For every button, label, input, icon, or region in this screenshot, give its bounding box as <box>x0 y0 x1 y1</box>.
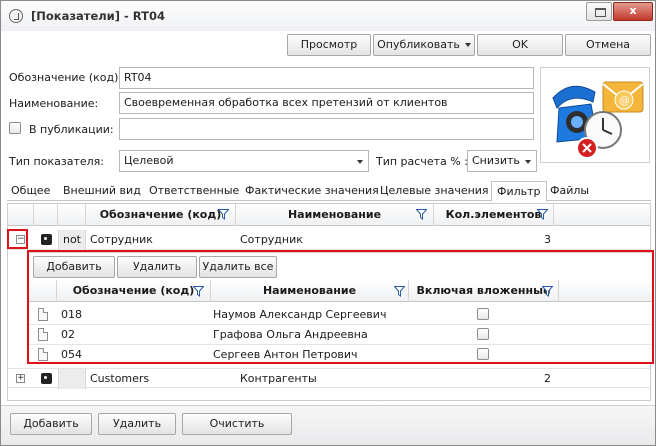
code-label: Обозначение (код): <box>9 71 123 84</box>
tab-target-values[interactable]: Целевые значения <box>380 183 489 201</box>
tab-actual-values[interactable]: Фактические значения <box>245 183 379 201</box>
footer-bar: Добавить Удалить Очистить <box>1 405 655 445</box>
lock-icon <box>41 234 52 245</box>
calc-label: Тип расчета % : <box>376 155 468 168</box>
clear-button[interactable]: Очистить <box>182 413 292 435</box>
publish-button[interactable]: Опубликовать <box>373 34 475 56</box>
delete-button[interactable]: Удалить <box>98 413 176 435</box>
grid-header-count-label: Кол.элементов <box>445 208 542 221</box>
tab-general[interactable]: Общее <box>11 183 50 201</box>
minimize-button[interactable] <box>586 2 612 21</box>
phone-clock-mail-icon: @ <box>552 81 644 159</box>
grid-header-code[interactable]: Обозначение (код) <box>86 204 236 226</box>
grid-header-expander <box>8 204 34 226</box>
title-bar[interactable]: [Показатели] - RT04 x <box>1 1 655 31</box>
publish-checkbox[interactable] <box>9 122 21 134</box>
dialog-window: [Показатели] - RT04 x Просмотр Опубликов… <box>0 0 656 446</box>
cancel-button[interactable]: Отмена <box>565 34 651 56</box>
row-lock-cell <box>34 230 58 250</box>
grid-header-icon <box>34 204 58 226</box>
code-input[interactable]: RT04 <box>119 67 534 89</box>
row-code: Сотрудник <box>90 233 153 246</box>
publish-input[interactable] <box>119 118 534 140</box>
grid-header-count[interactable]: Кол.элементов <box>434 204 554 226</box>
publish-label: В публикации: <box>29 123 114 136</box>
row-lock-cell <box>34 369 58 389</box>
indicator-image: @ <box>540 67 650 163</box>
name-input[interactable]: Своевременная обработка всех претензий о… <box>119 92 534 114</box>
table-row[interactable]: Customers Контрагенты 2 <box>8 368 650 389</box>
tab-responsible[interactable]: Ответственные <box>149 183 239 201</box>
type-select[interactable]: Целевой <box>119 150 369 172</box>
type-label: Тип показателя: <box>9 155 104 168</box>
tab-bar: Общее Внешний вид Ответственные Фактичес… <box>7 181 651 202</box>
filter-icon[interactable] <box>218 209 229 220</box>
highlight-nested-panel <box>27 250 654 364</box>
chevron-down-icon <box>464 43 471 47</box>
lock-icon <box>41 373 52 384</box>
close-button[interactable]: x <box>613 2 653 21</box>
calc-select[interactable]: Снизить <box>467 150 537 172</box>
filter-icon[interactable] <box>416 209 427 220</box>
calc-select-value: Снизить <box>472 154 520 167</box>
row-code: Customers <box>90 372 150 385</box>
name-label: Наименование: <box>9 97 99 110</box>
preview-button[interactable]: Просмотр <box>287 34 371 56</box>
tab-appearance[interactable]: Внешний вид <box>63 183 141 201</box>
expand-icon[interactable]: + <box>16 374 25 383</box>
window-title: [Показатели] - RT04 <box>31 9 165 23</box>
chevron-down-icon <box>357 160 363 164</box>
tab-files[interactable]: Файлы <box>550 183 589 201</box>
row-name: Контрагенты <box>240 372 317 385</box>
not-toggle[interactable]: not <box>58 230 86 250</box>
row-count: 3 <box>544 233 551 246</box>
app-icon <box>9 9 23 23</box>
type-select-value: Целевой <box>124 154 174 167</box>
row-name: Сотрудник <box>240 233 303 246</box>
chevron-down-icon <box>525 160 531 164</box>
add-button[interactable]: Добавить <box>10 413 92 435</box>
highlight-expander <box>7 229 28 249</box>
grid-header-name-label: Наименование <box>287 208 382 221</box>
publish-button-label: Опубликовать <box>377 38 460 51</box>
tab-filter[interactable]: Фильтр <box>491 181 547 202</box>
close-icon: x <box>629 4 637 17</box>
grid-header-code-label: Обозначение (код) <box>99 208 222 221</box>
grid-header-not <box>58 204 86 226</box>
grid-header-spacer <box>554 204 650 226</box>
ok-button[interactable]: OK <box>477 34 563 56</box>
filter-icon[interactable] <box>537 209 548 220</box>
table-row[interactable]: not Сотрудник Сотрудник 3 <box>8 230 650 250</box>
row-count: 2 <box>544 372 551 385</box>
grid-header-name[interactable]: Наименование <box>236 204 434 226</box>
not-toggle[interactable] <box>58 369 86 389</box>
svg-text:@: @ <box>619 94 630 107</box>
